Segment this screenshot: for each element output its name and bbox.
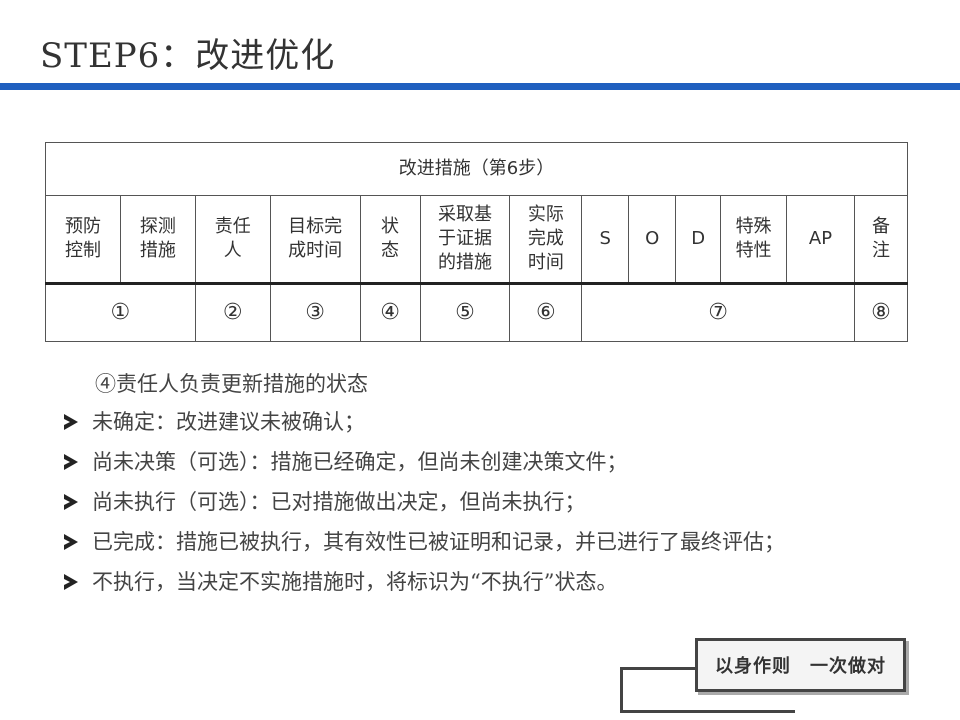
- arrow-bullet-icon: [64, 494, 78, 510]
- arrow-bullet-icon: [64, 414, 78, 430]
- col-ap: AP: [786, 195, 855, 285]
- col-target-date: 目标完 成时间: [269, 195, 361, 285]
- status-intro-text: ④责任人负责更新措施的状态: [95, 372, 368, 396]
- col-prevention-control: 预防 控制: [45, 195, 121, 285]
- col-status: 状 态: [359, 195, 421, 285]
- list-item: 尚未决策（可选）：措施已经确定，但尚未创建决策文件；: [60, 442, 785, 482]
- table-number-cell: ⑦: [581, 283, 855, 342]
- list-item: 尚未执行（可选）：已对措施做出决定，但尚未执行；: [60, 482, 785, 522]
- table-number-cell: ②: [194, 283, 271, 342]
- col-d: D: [675, 195, 722, 285]
- arrow-bullet-icon: [64, 454, 78, 470]
- table-number-cell: ⑧: [853, 283, 909, 342]
- slogan-badge: 以身作则 一次做对: [695, 638, 906, 692]
- col-actual-completion-date: 实际 完成 时间: [509, 195, 583, 285]
- col-o: O: [628, 195, 677, 285]
- col-responsible-person: 责任 人: [194, 195, 271, 285]
- col-special-characteristic: 特殊 特性: [720, 195, 788, 285]
- table-number-cell: ④: [359, 283, 421, 342]
- table-header: 改进措施（第6步）: [45, 142, 908, 196]
- table-number-cell: ⑥: [509, 283, 583, 342]
- col-evidence-based-action: 采取基 于证据 的措施: [419, 195, 511, 285]
- list-item: 已完成：措施已被执行，其有效性已被证明和记录，并已进行了最终评估；: [60, 522, 785, 562]
- page-title: STEP6：改进优化: [40, 36, 336, 76]
- table-number-cell: ⑤: [419, 283, 511, 342]
- list-item: 不执行，当决定不实施措施时，将标识为“不执行”状态。: [60, 562, 785, 602]
- arrow-bullet-icon: [64, 534, 78, 550]
- table-number-cell: ①: [45, 283, 196, 342]
- col-remark: 备 注: [853, 195, 909, 285]
- list-item: 未确定：改进建议未被确认；: [60, 402, 785, 442]
- table-number-cell: ③: [269, 283, 361, 342]
- improvement-measures-table: 改进措施（第6步） 预防 控制 探测 措施 责任 人 目标完 成时间 状 态 采…: [45, 142, 909, 342]
- title-divider-bar: [0, 83, 960, 90]
- status-bullet-list: 未确定：改进建议未被确认； 尚未决策（可选）：措施已经确定，但尚未创建决策文件；…: [60, 402, 785, 602]
- arrow-bullet-icon: [64, 574, 78, 590]
- col-detection-measure: 探测 措施: [119, 195, 196, 285]
- col-s: S: [581, 195, 630, 285]
